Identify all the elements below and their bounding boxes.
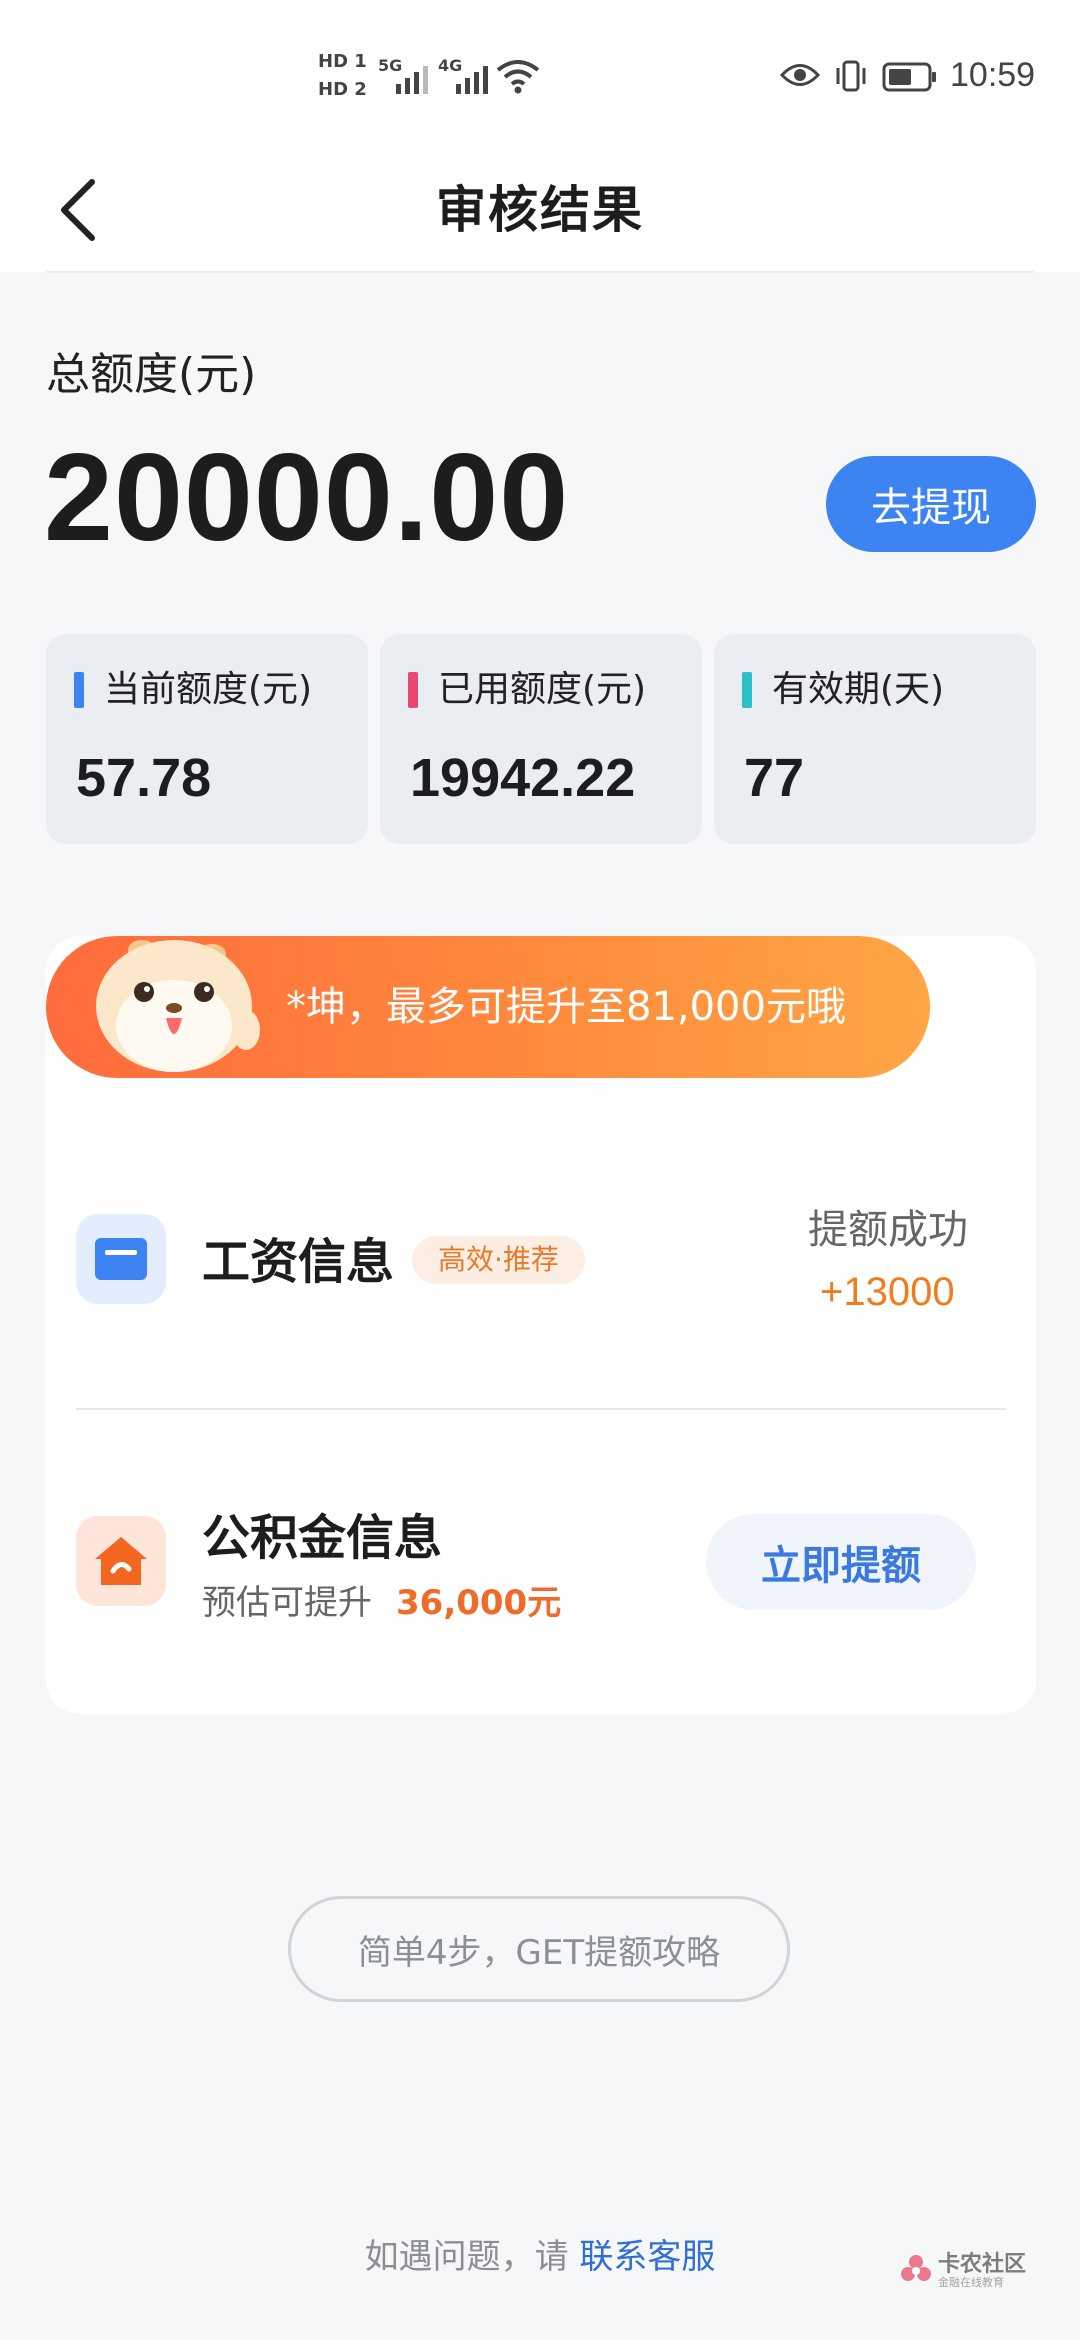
current-indicator-bar <box>74 672 84 708</box>
current-limit-label: 当前额度(元) <box>104 669 313 710</box>
community-watermark: 卡农社区 金融在线教育 <box>898 2244 1028 2300</box>
sim-indicators: HD 1 HD 2 <box>318 48 374 104</box>
eye-icon <box>780 64 820 86</box>
id-card-icon <box>95 1238 147 1280</box>
salary-boost-amount: +13000 <box>820 1270 955 1314</box>
nav-divider <box>46 271 1034 273</box>
footer-help-text: 如遇问题，请 <box>364 2237 569 2277</box>
signal-2-icon <box>456 58 488 94</box>
watermark-subtitle: 金融在线教育 <box>938 2276 1004 2289</box>
promo-text: *坤，最多可提升至81,000元哦 <box>286 984 846 1030</box>
used-limit-value: 19942.22 <box>410 748 636 808</box>
salary-status-label: 提额成功 <box>808 1207 968 1253</box>
validity-indicator-bar <box>742 672 752 708</box>
row-divider <box>76 1408 1006 1410</box>
salary-row-icon-wrap <box>76 1214 166 1304</box>
used-limit-label: 已用额度(元) <box>438 669 647 710</box>
stat-card-validity: 有效期(天) 77 <box>714 634 1036 844</box>
total-limit-amount: 20000.00 <box>44 429 570 567</box>
page-title: 审核结果 <box>436 181 644 239</box>
flower-logo-icon <box>901 2255 931 2281</box>
battery-icon <box>882 62 936 92</box>
guide-button[interactable]: 简单4步，GET提额攻略 <box>288 1896 790 2002</box>
recommend-tag: 高效·推荐 <box>412 1236 585 1284</box>
fund-estimate-amount: 36,000元 <box>396 1583 562 1623</box>
vibrate-icon <box>836 60 866 92</box>
fund-estimate-label: 预估可提升 <box>202 1583 372 1623</box>
hamster-mascot-icon <box>96 940 260 1072</box>
fund-info-title: 公积金信息 <box>202 1510 443 1566</box>
house-icon <box>95 1537 147 1585</box>
stat-card-current: 当前额度(元) 57.78 <box>46 634 368 844</box>
contact-support-link[interactable]: 联系客服 <box>579 2237 715 2277</box>
withdraw-button[interactable]: 去提现 <box>826 456 1036 552</box>
raise-limit-button[interactable]: 立即提额 <box>706 1514 976 1610</box>
status-bar: HD 1 HD 2 5G 4G 10:59 <box>0 0 1080 150</box>
current-limit-value: 57.78 <box>76 748 212 808</box>
stat-card-used: 已用额度(元) 19942.22 <box>380 634 702 844</box>
validity-value: 77 <box>744 748 805 808</box>
nav-bar: 审核结果 <box>0 150 1080 272</box>
clock: 10:59 <box>950 56 1036 94</box>
sim1-label: HD 1 <box>318 51 367 72</box>
total-limit-label: 总额度(元) <box>46 349 257 400</box>
promo-banner: *坤，最多可提升至81,000元哦 <box>46 936 930 1078</box>
wifi-icon <box>496 60 540 94</box>
fund-row-icon-wrap <box>76 1516 166 1606</box>
validity-label: 有效期(天) <box>772 669 945 710</box>
used-indicator-bar <box>408 672 418 708</box>
signal-1-icon <box>396 58 428 94</box>
salary-info-title: 工资信息 <box>202 1234 395 1290</box>
sim2-label: HD 2 <box>318 79 367 100</box>
